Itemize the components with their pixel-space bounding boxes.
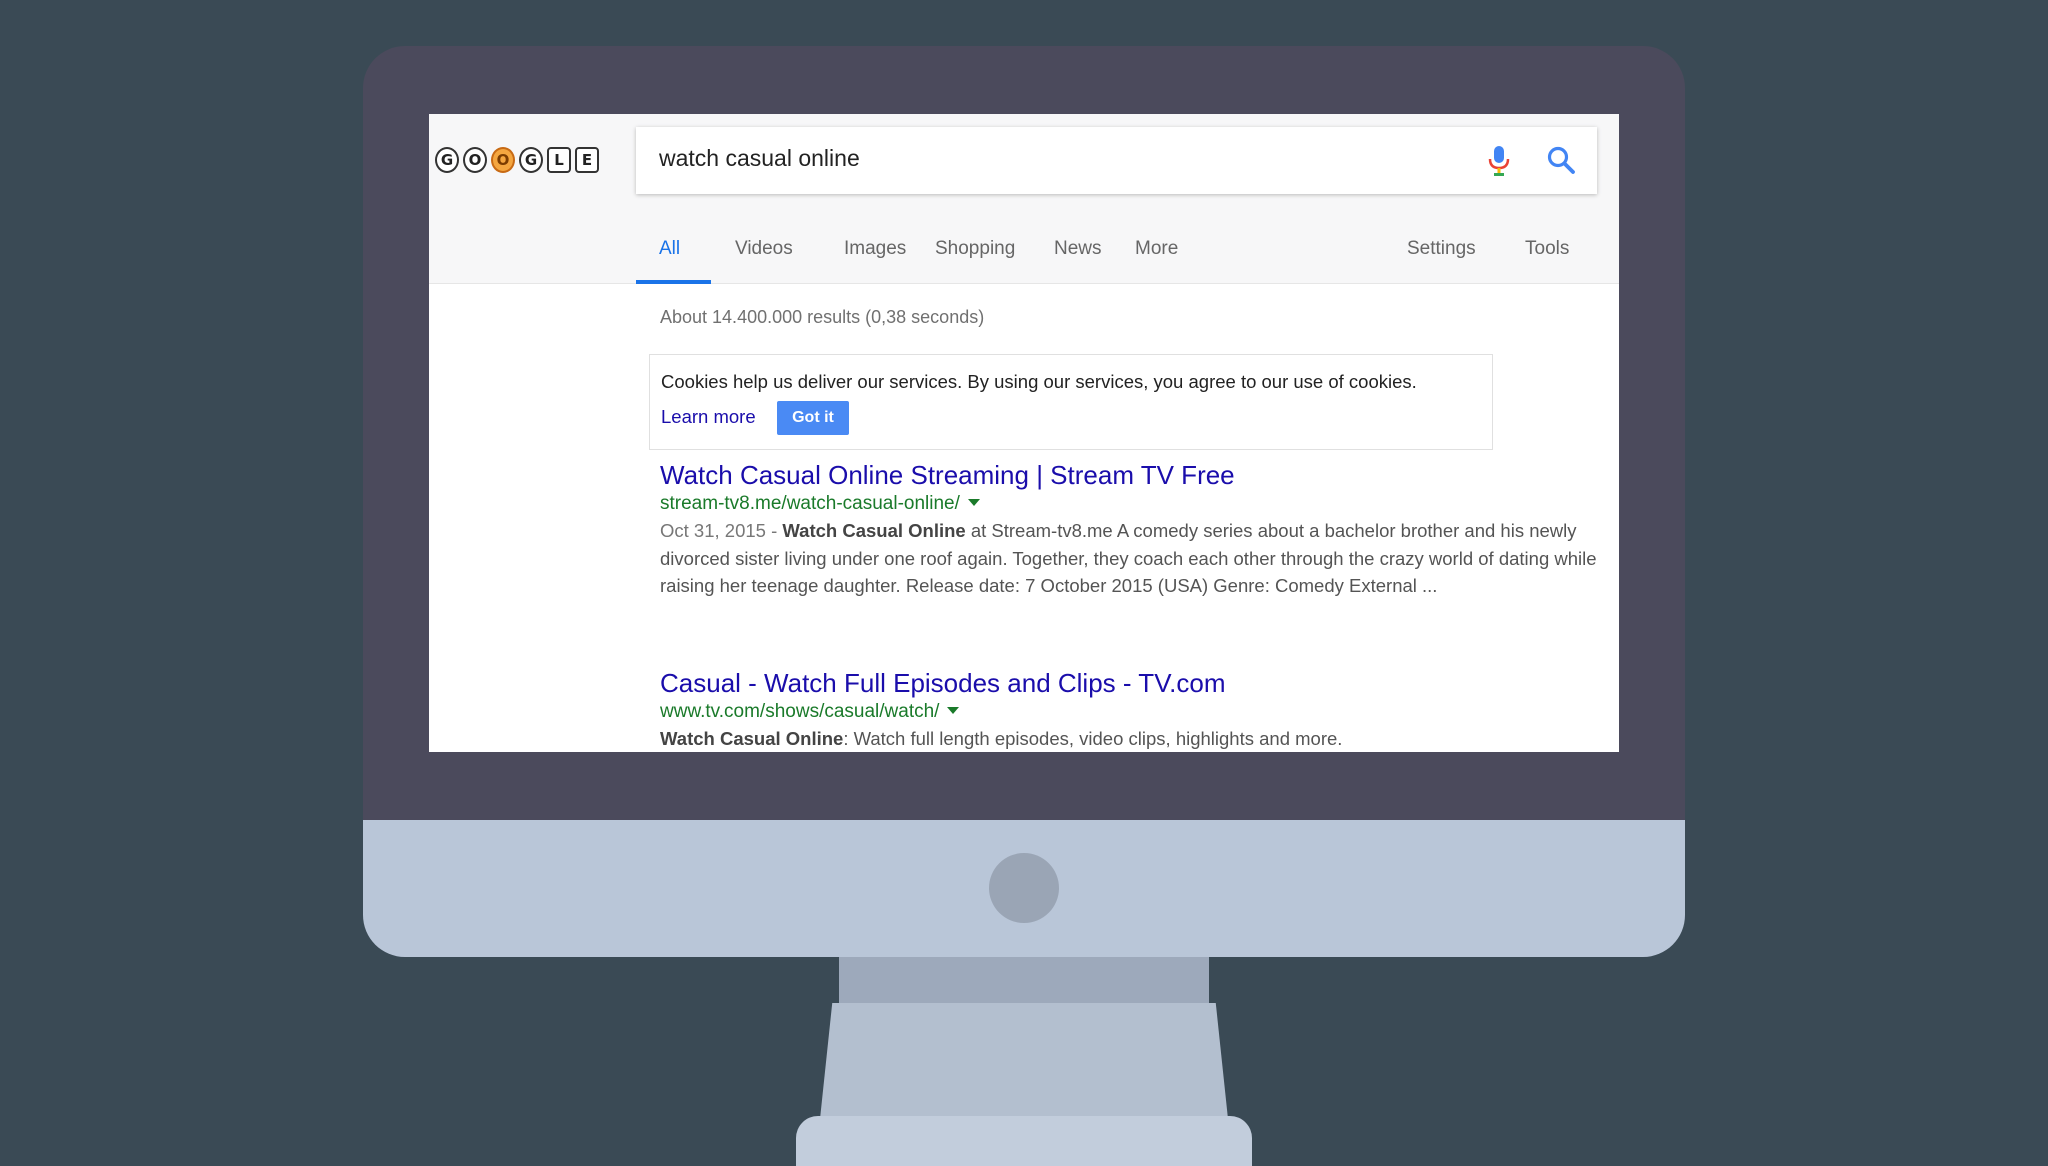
monitor-stand-base [796,1116,1252,1166]
result-snippet-bold: Watch Casual Online [782,520,966,541]
microphone-icon[interactable] [1488,145,1510,182]
logo-letter: G [435,147,459,173]
result-date: Oct 31, 2015 - [660,520,783,541]
monitor-stand [820,1003,1228,1119]
logo-letter: O [491,147,515,173]
result-url[interactable]: www.tv.com/shows/casual/watch/ [660,699,1600,725]
cookie-text: Cookies help us deliver our services. By… [661,371,1417,392]
result-title-link[interactable]: Watch Casual Online Streaming | Stream T… [660,459,1600,491]
logo-letter: O [463,147,487,173]
logo[interactable]: G O O G L E [435,147,599,173]
search-result: Casual - Watch Full Episodes and Clips -… [660,667,1600,752]
result-snippet: Watch Casual Online: Watch full length e… [660,725,1600,752]
power-button-icon [989,853,1059,923]
result-title-link[interactable]: Casual - Watch Full Episodes and Clips -… [660,667,1600,699]
tab-images[interactable]: Images [844,238,906,283]
search-header: G O O G L E watch casual online All Vide… [429,114,1619,284]
learn-more-link[interactable]: Learn more [661,406,756,428]
tab-more[interactable]: More [1135,238,1178,283]
caret-down-icon[interactable] [947,707,960,714]
caret-down-icon[interactable] [967,499,980,506]
cookie-notice: Cookies help us deliver our services. By… [649,354,1493,450]
result-snippet-text: : Watch full length episodes, video clip… [843,728,1343,749]
magnifier-icon[interactable] [1546,145,1576,180]
browser-screen: G O O G L E watch casual online All Vide… [429,114,1619,752]
logo-letter: L [547,147,571,173]
result-url[interactable]: stream-tv8.me/watch-casual-online/ [660,491,1600,517]
search-input[interactable]: watch casual online [636,127,1597,194]
logo-letter: G [519,147,543,173]
monitor-stand-neck [839,957,1209,1004]
tab-tools[interactable]: Tools [1525,238,1569,283]
search-query[interactable]: watch casual online [659,145,860,172]
result-snippet: Oct 31, 2015 - Watch Casual Online at St… [660,517,1600,600]
tab-settings[interactable]: Settings [1407,238,1476,283]
logo-letter: E [575,147,599,173]
search-result: Watch Casual Online Streaming | Stream T… [660,459,1600,600]
result-snippet-bold: Watch Casual Online [660,728,844,749]
result-url-text[interactable]: stream-tv8.me/watch-casual-online/ [660,493,960,514]
tab-all[interactable]: All [659,238,680,283]
tab-videos[interactable]: Videos [735,238,793,283]
result-url-text[interactable]: www.tv.com/shows/casual/watch/ [660,701,939,722]
tab-news[interactable]: News [1054,238,1102,283]
tab-shopping[interactable]: Shopping [935,238,1015,283]
got-it-button[interactable]: Got it [777,401,849,435]
active-tab-indicator [636,280,711,284]
results-stats: About 14.400.000 results (0,38 seconds) [660,307,985,327]
